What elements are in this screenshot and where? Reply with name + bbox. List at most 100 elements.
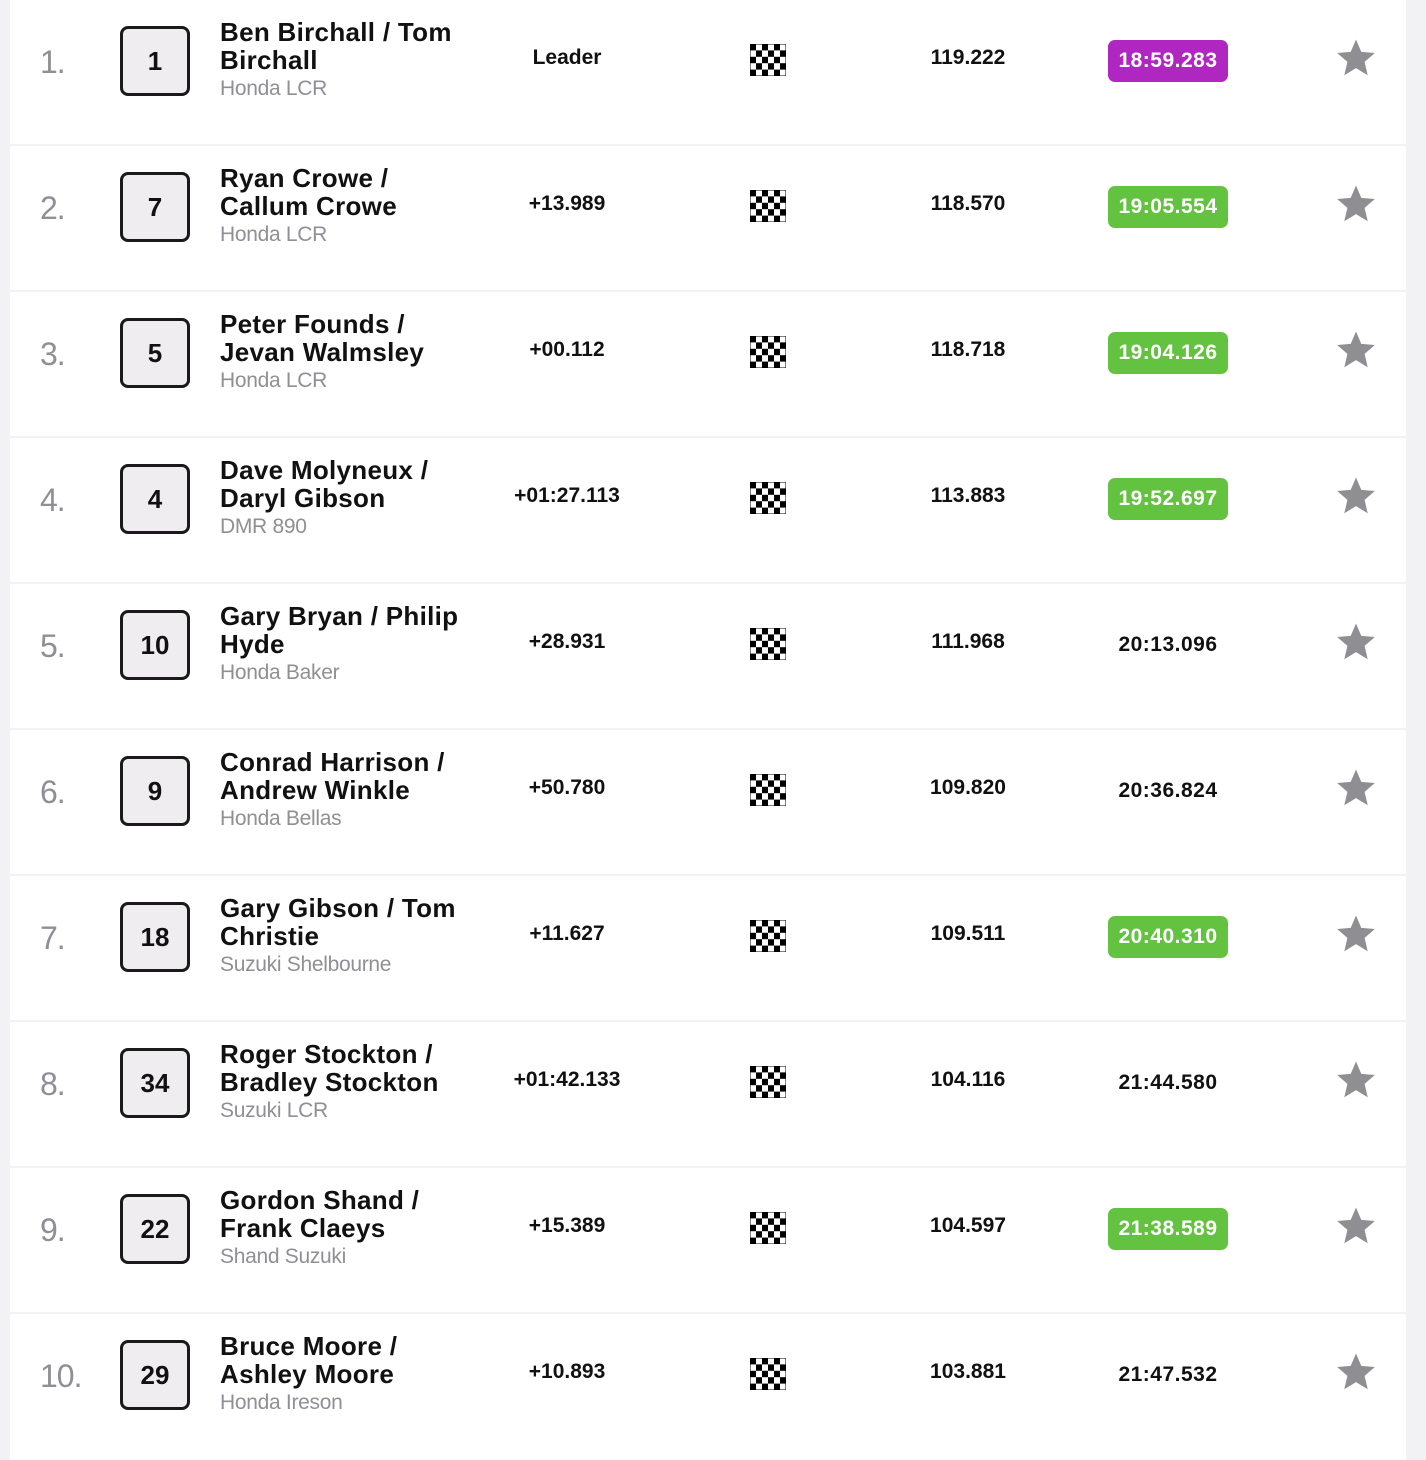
rider-info[interactable]: Gary Bryan / Philip Hyde Honda Baker bbox=[220, 602, 480, 688]
gap-value: +11.627 bbox=[529, 922, 605, 945]
machine-label: Honda LCR bbox=[220, 223, 328, 246]
machine-label: Honda Baker bbox=[220, 661, 340, 684]
star-icon[interactable] bbox=[1334, 38, 1378, 80]
rider-names[interactable]: Gordon Shand / Frank Claeys bbox=[220, 1186, 480, 1242]
lap-time-cell: 20:13.096 bbox=[1068, 624, 1268, 666]
race-number-badge: 22 bbox=[120, 1194, 190, 1264]
speed-value: 109.820 bbox=[930, 776, 1006, 799]
checkered-flag-icon bbox=[750, 628, 786, 660]
rider-names[interactable]: Gary Bryan / Philip Hyde bbox=[220, 602, 480, 658]
checkered-flag-icon bbox=[750, 336, 786, 368]
star-icon[interactable] bbox=[1334, 184, 1378, 226]
race-number-badge: 34 bbox=[120, 1048, 190, 1118]
rider-info[interactable]: Ben Birchall / Tom Birchall Honda LCR bbox=[220, 18, 480, 104]
star-icon[interactable] bbox=[1334, 622, 1378, 664]
table-row[interactable]: 3. 5 Peter Founds / Jevan Walmsley Honda… bbox=[10, 292, 1406, 436]
gap-value: +13.989 bbox=[528, 192, 606, 215]
table-row[interactable]: 9. 22 Gordon Shand / Frank Claeys Shand … bbox=[10, 1168, 1406, 1312]
table-row[interactable]: 4. 4 Dave Molyneux / Daryl Gibson DMR 89… bbox=[10, 438, 1406, 582]
speed-value: 118.718 bbox=[930, 338, 1006, 361]
rider-names[interactable]: Ryan Crowe / Callum Crowe bbox=[220, 164, 480, 220]
rider-info[interactable]: Roger Stockton / Bradley Stockton Suzuki… bbox=[220, 1040, 480, 1126]
rider-names[interactable]: Bruce Moore / Ashley Moore bbox=[220, 1332, 480, 1388]
position-label: 7. bbox=[40, 920, 66, 956]
race-number-badge: 7 bbox=[120, 172, 190, 242]
machine-label: Suzuki LCR bbox=[220, 1099, 328, 1122]
gap-value: +01:42.133 bbox=[513, 1068, 621, 1091]
race-number-badge: 29 bbox=[120, 1340, 190, 1410]
rider-info[interactable]: Conrad Harrison / Andrew Winkle Honda Be… bbox=[220, 748, 480, 834]
gap-value: +10.893 bbox=[528, 1360, 606, 1383]
star-icon[interactable] bbox=[1334, 476, 1378, 518]
machine-label: Suzuki Shelbourne bbox=[220, 953, 392, 976]
rider-info[interactable]: Peter Founds / Jevan Walmsley Honda LCR bbox=[220, 310, 480, 396]
checkered-flag-icon bbox=[750, 1066, 786, 1098]
checkered-flag-icon bbox=[750, 1212, 786, 1244]
speed-value: 109.511 bbox=[930, 922, 1006, 945]
rider-info[interactable]: Bruce Moore / Ashley Moore Honda Ireson bbox=[220, 1332, 480, 1418]
rider-names[interactable]: Gary Gibson / Tom Christie bbox=[220, 894, 480, 950]
race-number-badge: 10 bbox=[120, 610, 190, 680]
table-row[interactable]: 10. 29 Bruce Moore / Ashley Moore Honda … bbox=[10, 1314, 1406, 1460]
lap-time-cell: 18:59.283 bbox=[1068, 40, 1268, 82]
speed-value: 104.597 bbox=[930, 1214, 1006, 1237]
table-row[interactable]: 1. 1 Ben Birchall / Tom Birchall Honda L… bbox=[10, 0, 1406, 144]
checkered-flag-icon bbox=[750, 1358, 786, 1390]
star-icon[interactable] bbox=[1334, 1206, 1378, 1248]
rider-info[interactable]: Dave Molyneux / Daryl Gibson DMR 890 bbox=[220, 456, 480, 542]
speed-value: 103.881 bbox=[930, 1360, 1006, 1383]
star-icon[interactable] bbox=[1334, 330, 1378, 372]
position-label: 2. bbox=[40, 190, 66, 226]
lap-time-value: 19:52.697 bbox=[1108, 478, 1228, 520]
rider-names[interactable]: Ben Birchall / Tom Birchall bbox=[220, 18, 480, 74]
position-label: 3. bbox=[40, 336, 66, 372]
position-label: 1. bbox=[40, 44, 66, 80]
checkered-flag-icon bbox=[750, 774, 786, 806]
machine-label: Honda LCR bbox=[220, 369, 328, 392]
race-number-badge: 9 bbox=[120, 756, 190, 826]
table-row[interactable]: 7. 18 Gary Gibson / Tom Christie Suzuki … bbox=[10, 876, 1406, 1020]
race-number-badge: 5 bbox=[120, 318, 190, 388]
rider-info[interactable]: Gary Gibson / Tom Christie Suzuki Shelbo… bbox=[220, 894, 480, 980]
rider-names[interactable]: Peter Founds / Jevan Walmsley bbox=[220, 310, 480, 366]
lap-time-value: 19:05.554 bbox=[1108, 186, 1228, 228]
race-number-badge: 18 bbox=[120, 902, 190, 972]
gap-value: +00.112 bbox=[529, 338, 605, 361]
lap-time-cell: 19:05.554 bbox=[1068, 186, 1268, 228]
machine-label: Honda LCR bbox=[220, 77, 328, 100]
race-number-badge: 1 bbox=[120, 26, 190, 96]
checkered-flag-icon bbox=[750, 482, 786, 514]
table-row[interactable]: 5. 10 Gary Bryan / Philip Hyde Honda Bak… bbox=[10, 584, 1406, 728]
star-icon[interactable] bbox=[1334, 1352, 1378, 1394]
position-label: 9. bbox=[40, 1212, 66, 1248]
star-icon[interactable] bbox=[1334, 1060, 1378, 1102]
results-table: 1. 1 Ben Birchall / Tom Birchall Honda L… bbox=[10, 0, 1406, 1460]
lap-time-value: 18:59.283 bbox=[1108, 40, 1228, 82]
table-row[interactable]: 6. 9 Conrad Harrison / Andrew Winkle Hon… bbox=[10, 730, 1406, 874]
table-row[interactable]: 8. 34 Roger Stockton / Bradley Stockton … bbox=[10, 1022, 1406, 1166]
lap-time-value: 21:47.532 bbox=[1118, 1363, 1218, 1386]
position-label: 6. bbox=[40, 774, 66, 810]
table-row[interactable]: 2. 7 Ryan Crowe / Callum Crowe Honda LCR… bbox=[10, 146, 1406, 290]
gap-value: +01:27.113 bbox=[514, 484, 620, 507]
race-number-badge: 4 bbox=[120, 464, 190, 534]
checkered-flag-icon bbox=[750, 190, 786, 222]
rider-names[interactable]: Roger Stockton / Bradley Stockton bbox=[220, 1040, 480, 1096]
speed-value: 113.883 bbox=[930, 484, 1006, 507]
position-label: 5. bbox=[40, 628, 66, 664]
rider-names[interactable]: Dave Molyneux / Daryl Gibson bbox=[220, 456, 480, 512]
machine-label: Honda Ireson bbox=[220, 1391, 343, 1414]
star-icon[interactable] bbox=[1334, 768, 1378, 810]
lap-time-cell: 20:40.310 bbox=[1068, 916, 1268, 958]
rider-info[interactable]: Gordon Shand / Frank Claeys Shand Suzuki bbox=[220, 1186, 480, 1272]
speed-value: 119.222 bbox=[930, 46, 1006, 69]
rider-names[interactable]: Conrad Harrison / Andrew Winkle bbox=[220, 748, 480, 804]
speed-value: 104.116 bbox=[930, 1068, 1006, 1091]
lap-time-cell: 21:44.580 bbox=[1068, 1062, 1268, 1104]
position-label: 10. bbox=[40, 1358, 82, 1394]
rider-info[interactable]: Ryan Crowe / Callum Crowe Honda LCR bbox=[220, 164, 480, 250]
machine-label: Honda Bellas bbox=[220, 807, 342, 830]
position-label: 8. bbox=[40, 1066, 66, 1102]
lap-time-value: 21:44.580 bbox=[1118, 1071, 1218, 1094]
star-icon[interactable] bbox=[1334, 914, 1378, 956]
